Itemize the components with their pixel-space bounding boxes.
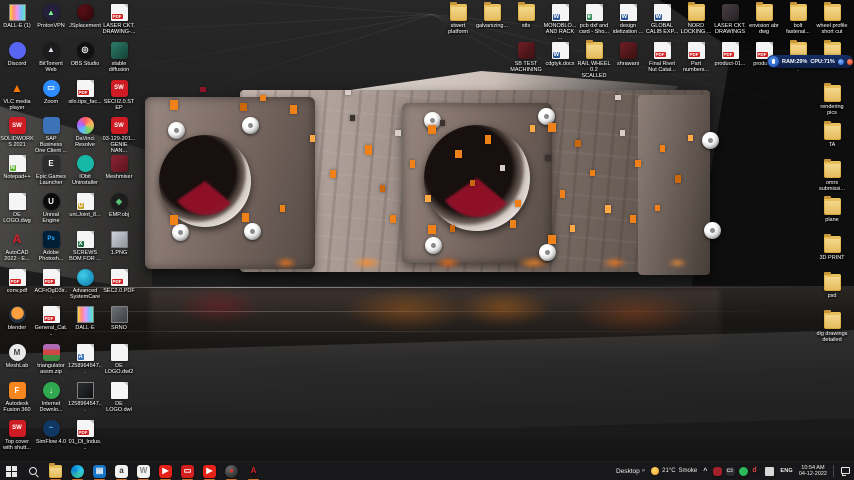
desktop-toolbar[interactable]: Desktop » <box>616 468 645 475</box>
keyboard-tray-icon[interactable] <box>765 467 774 476</box>
desktop-icon-label: TA <box>815 142 849 148</box>
desktop-icon-label: omrs submissi... <box>815 180 849 192</box>
desktop-icon-psd[interactable]: psd <box>815 274 849 299</box>
edge-browser-icon <box>71 465 84 478</box>
systemcare-tray-icon-icon <box>739 467 748 476</box>
overlay-blue-dot-icon[interactable] <box>838 59 844 65</box>
taskbar-office-doc-a[interactable]: a <box>115 465 128 478</box>
desktop-icon-label: psd <box>815 293 849 299</box>
idm-tray-icon[interactable]: d <box>752 467 761 476</box>
weather-condition: Smoke <box>679 468 698 474</box>
weather-temperature: 21°C <box>662 468 675 474</box>
render-sphere-app-icon: ● <box>225 465 238 478</box>
taskbar-render-sphere-app[interactable]: ● <box>225 465 238 478</box>
weather-widget[interactable]: 21°C Smoke <box>651 467 697 475</box>
ram-usage: RAM:29% <box>782 59 807 65</box>
taskbar-file-explorer[interactable] <box>49 465 62 478</box>
taskbar-autocad-app[interactable]: A <box>247 465 260 478</box>
taskbar-pinned-apps: ▤ aW ▶ ▭ ▶ ● A <box>0 462 260 480</box>
keyboard-tray-icon-icon <box>765 467 774 476</box>
search-button-icon <box>27 465 40 478</box>
display-tray-icon-icon: ▭ <box>726 467 735 476</box>
hidden-icons-chevron[interactable]: ^ <box>703 468 707 475</box>
overlay-record-dot-icon[interactable] <box>847 59 853 65</box>
desktop-icon-label: 3D PRINT <box>815 255 849 261</box>
desktop-icon-label: plane <box>815 217 849 223</box>
mic-icon <box>768 56 779 67</box>
rendering-pics-icon <box>824 85 841 102</box>
desktop-icon-omrs-submission[interactable]: omrs submissi... <box>815 161 849 192</box>
autocad-app-icon: A <box>247 465 260 478</box>
taskbar: ▤aW▶▭▶●A Desktop » 21°C Smoke ^ ▭d ENG 1… <box>0 462 854 480</box>
taskbar-media-app[interactable]: ▭ <box>181 465 194 478</box>
system-tray: Desktop » 21°C Smoke ^ ▭d ENG 10:54 AM 0… <box>616 462 854 480</box>
desktop-icon-rendering-pics[interactable]: rendering pics <box>815 85 849 116</box>
desktop-icon-dig-drawings-detailed[interactable]: dig drawings detailed <box>815 312 849 343</box>
youtube-2-icon: ▶ <box>203 465 216 478</box>
start-button-icon <box>5 465 18 478</box>
taskbar-microsoft-store[interactable]: ▤ <box>93 465 106 478</box>
ta-icon <box>824 123 841 140</box>
word-doc-icon: W <box>137 465 150 478</box>
taskbar-clock[interactable]: 10:54 AM 04-12-2022 <box>799 465 827 478</box>
media-app-icon: ▭ <box>181 465 194 478</box>
threed-print-icon <box>824 236 841 253</box>
dig-drawings-detailed-icon <box>824 312 841 329</box>
desktop-icon-label: dig drawings detailed <box>815 331 849 343</box>
taskbar-word-doc[interactable]: W <box>137 465 150 478</box>
toolbar-chevron-icon[interactable]: » <box>642 468 645 474</box>
action-center-icon[interactable] <box>840 466 851 477</box>
desktop-icon-grid-right-edge: rendering pics TA omrs submissi... plane 3D … <box>0 0 854 480</box>
tray-separator <box>833 465 834 477</box>
omrs-submission-icon <box>824 161 841 178</box>
office-doc-a-icon: a <box>115 465 128 478</box>
display-tray-icon[interactable]: ▭ <box>726 467 735 476</box>
desktop-icon-plane[interactable]: plane <box>815 198 849 223</box>
desktop-root: DALL-E (1)▲ProtonVPNJSplacementLASER CKT… <box>0 0 854 480</box>
file-explorer-icon <box>49 465 62 478</box>
performance-overlay[interactable]: RAM:29% CPU:71% <box>767 55 853 68</box>
tray-icons: ▭d <box>713 467 774 476</box>
psd-icon <box>824 274 841 291</box>
radeon-tray-icon[interactable] <box>713 467 722 476</box>
language-indicator[interactable]: ENG <box>780 468 793 474</box>
radeon-tray-icon-icon <box>713 467 722 476</box>
clock-date: 04-12-2022 <box>799 471 827 478</box>
taskbar-search-button[interactable] <box>27 465 40 478</box>
weather-sun-icon <box>651 467 659 475</box>
desktop-icon-label: rendering pics <box>815 104 849 116</box>
idm-tray-icon-icon: d <box>752 467 761 476</box>
taskbar-edge-browser[interactable] <box>71 465 84 478</box>
cpu-usage: CPU:71% <box>810 59 834 65</box>
plane-icon <box>824 198 841 215</box>
taskbar-start-button[interactable] <box>5 465 18 478</box>
desktop-icon-ta[interactable]: TA <box>815 123 849 148</box>
microsoft-store-icon: ▤ <box>93 465 106 478</box>
desktop-icon-threed-print[interactable]: 3D PRINT <box>815 236 849 261</box>
taskbar-youtube-2[interactable]: ▶ <box>203 465 216 478</box>
taskbar-youtube[interactable]: ▶ <box>159 465 172 478</box>
desktop-toolbar-label: Desktop <box>616 468 640 475</box>
youtube-icon: ▶ <box>159 465 172 478</box>
systemcare-tray-icon[interactable] <box>739 467 748 476</box>
